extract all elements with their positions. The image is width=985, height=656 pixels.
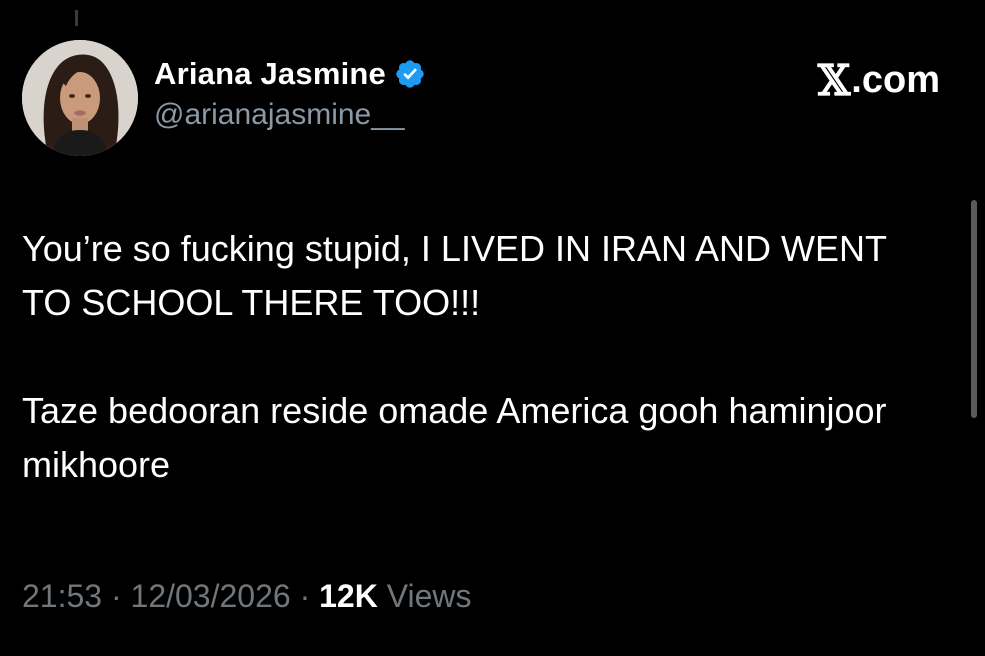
avatar[interactable] <box>22 40 138 156</box>
scrollbar[interactable] <box>971 200 977 418</box>
avatar-image <box>22 40 138 156</box>
top-divider-tick <box>75 10 78 26</box>
user-handle[interactable]: @arianajasmine__ <box>154 98 426 132</box>
display-name[interactable]: Ariana Jasmine <box>154 56 386 92</box>
tweet-header: Ariana Jasmine @arianajasmine__ 𝕏 .com <box>22 40 952 170</box>
brand-suffix: .com <box>851 59 940 101</box>
display-name-row: Ariana Jasmine <box>154 56 426 92</box>
tweet-paragraph-2: Taze bedooran reside omade America gooh … <box>22 390 887 485</box>
tweet-text: You’re so fucking stupid, I LIVED IN IRA… <box>22 222 942 492</box>
verified-badge-icon <box>394 58 426 90</box>
author-info: Ariana Jasmine @arianajasmine__ <box>154 56 426 132</box>
tweet-meta: 21:53 · 12/03/2026 · 12K Views <box>22 578 471 615</box>
meta-separator: · <box>299 578 311 614</box>
views-label: Views <box>386 578 472 614</box>
x-logo-icon: 𝕏 <box>817 56 851 105</box>
meta-separator: · <box>110 578 122 614</box>
tweet-paragraph-1: You’re so fucking stupid, I LIVED IN IRA… <box>22 228 887 323</box>
x-logo: 𝕏 .com <box>818 56 940 105</box>
tweet-date[interactable]: 12/03/2026 <box>131 578 291 614</box>
tweet-time[interactable]: 21:53 <box>22 578 102 614</box>
views-count[interactable]: 12K <box>319 578 378 614</box>
